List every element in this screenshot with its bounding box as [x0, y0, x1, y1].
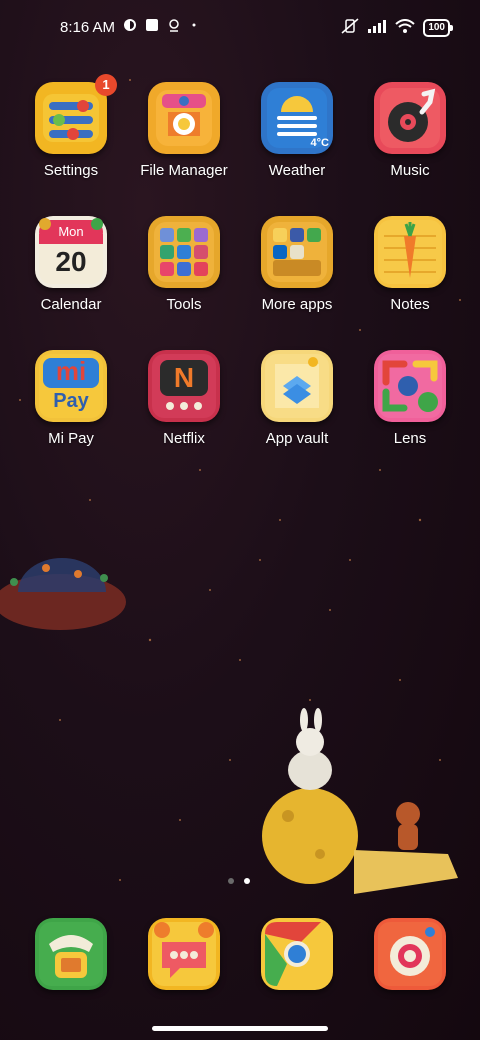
- app-label: More apps: [261, 296, 333, 313]
- netflix-icon: N: [148, 350, 220, 422]
- app-label: Weather: [268, 162, 326, 179]
- page-dot-1[interactable]: [228, 878, 234, 884]
- weather-icon: 4°C: [261, 82, 333, 154]
- app-label: File Manager: [140, 162, 228, 179]
- dock-messages[interactable]: [124, 918, 244, 990]
- app-weather[interactable]: 4°C Weather: [237, 82, 357, 179]
- mi-pay-icon: mi Pay: [35, 350, 107, 422]
- settings-icon: 1: [35, 74, 117, 154]
- app-folder-tools[interactable]: Tools: [124, 216, 244, 313]
- more-notifications-dot: [189, 18, 199, 36]
- netflix-logo: N: [173, 362, 195, 393]
- vibrate-off-icon: [341, 18, 359, 37]
- app-app-vault[interactable]: App vault: [237, 350, 357, 447]
- tools-folder-icon: [148, 216, 220, 288]
- wallpaper-ufo: [0, 558, 126, 630]
- app-label: Music: [390, 162, 430, 179]
- app-netflix[interactable]: N Netflix: [124, 350, 244, 447]
- app-settings[interactable]: 1 Settings: [11, 74, 131, 179]
- calendar-date: 20: [55, 246, 87, 277]
- app-vault-icon: [261, 350, 333, 422]
- app-music[interactable]: Music: [350, 82, 470, 179]
- app-label: Calendar: [40, 296, 102, 313]
- wifi-icon: [395, 19, 415, 36]
- app-label: Notes: [390, 296, 430, 313]
- dock: [0, 918, 480, 994]
- mi-pay-logo: mi: [55, 356, 87, 386]
- app-label: App vault: [265, 430, 329, 447]
- chrome-icon: [261, 918, 333, 990]
- calendar-day: Mon: [58, 224, 84, 239]
- gesture-home-bar[interactable]: [152, 1026, 328, 1031]
- music-icon: [374, 82, 446, 154]
- app-label: Tools: [166, 296, 202, 313]
- dock-chrome[interactable]: [237, 918, 357, 990]
- app-file-manager[interactable]: File Manager: [124, 82, 244, 179]
- notification-icon: [123, 18, 137, 36]
- dock-camera[interactable]: [350, 918, 470, 990]
- app-lens[interactable]: Lens: [350, 350, 470, 447]
- app-calendar[interactable]: Mon 20 Calendar: [11, 216, 131, 313]
- messages-icon: [148, 918, 220, 990]
- wallpaper-moon-scene: [262, 708, 458, 894]
- camera-icon: [374, 918, 446, 990]
- page-indicator: [228, 878, 250, 884]
- app-label: Settings: [43, 162, 99, 179]
- notification-badge: 1: [95, 74, 117, 96]
- signal-icon: [367, 19, 387, 36]
- weather-temperature: 4°C: [310, 137, 329, 149]
- notes-icon: [374, 216, 446, 288]
- app-label: Lens: [393, 430, 427, 447]
- app-notes[interactable]: Notes: [350, 216, 470, 313]
- app-label: Mi Pay: [48, 430, 94, 447]
- app-label: Netflix: [163, 430, 205, 447]
- page-dot-2[interactable]: [244, 878, 250, 884]
- square-notification-icon: [145, 18, 159, 36]
- phone-icon: [35, 918, 107, 990]
- location-icon: [167, 18, 181, 36]
- file-manager-icon: [148, 82, 220, 154]
- battery-indicator: 100: [423, 18, 453, 37]
- calendar-icon: Mon 20: [35, 216, 107, 288]
- more-apps-folder-icon: [261, 216, 333, 288]
- status-time: 8:16 AM: [60, 18, 116, 36]
- lens-icon: [374, 350, 446, 422]
- status-bar: 8:16 AM 100: [0, 0, 480, 56]
- mi-pay-subtext: Pay: [53, 390, 89, 412]
- app-folder-more-apps[interactable]: More apps: [237, 216, 357, 313]
- dock-phone[interactable]: [11, 918, 131, 990]
- app-mi-pay[interactable]: mi Pay Mi Pay: [11, 350, 131, 447]
